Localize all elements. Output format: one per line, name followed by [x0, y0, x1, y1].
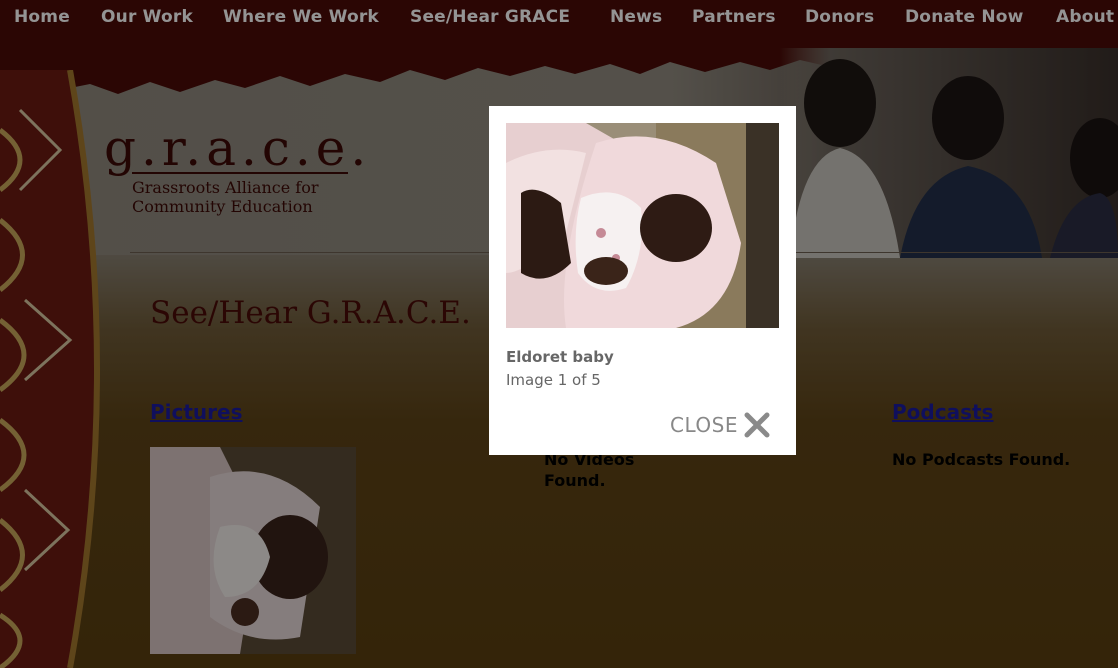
lightbox-caption: Eldoret baby: [506, 348, 614, 366]
image-lightbox: Eldoret baby Image 1 of 5 CLOSE: [489, 106, 796, 455]
lightbox-image: [506, 123, 779, 328]
close-icon: [744, 412, 770, 438]
close-label: CLOSE: [670, 413, 738, 437]
lightbox-close-button[interactable]: CLOSE: [670, 412, 770, 438]
lightbox-counter: Image 1 of 5: [506, 371, 601, 389]
